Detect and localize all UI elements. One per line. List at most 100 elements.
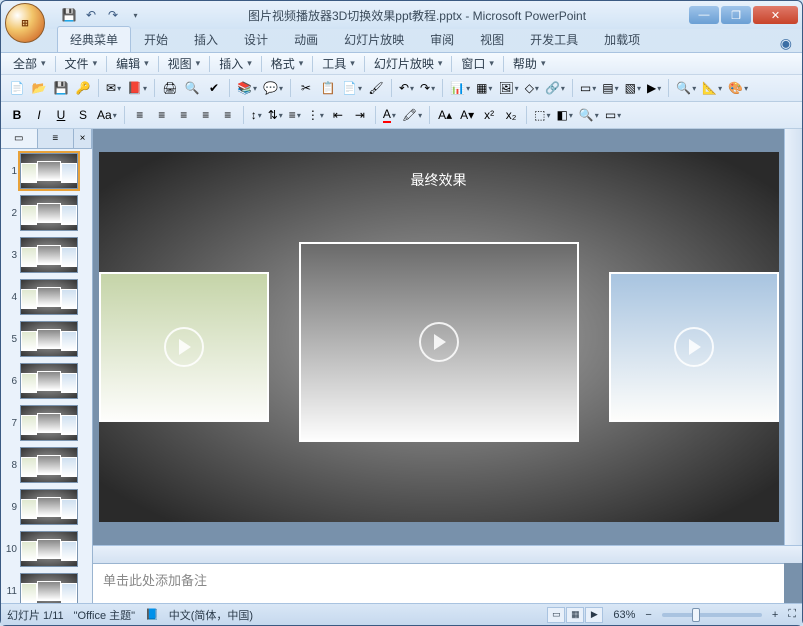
- thumb-preview[interactable]: [20, 237, 78, 273]
- thumbnail-item[interactable]: 6: [3, 363, 90, 399]
- menu-tools[interactable]: 工具: [316, 53, 361, 74]
- thumb-preview[interactable]: [20, 195, 78, 231]
- shadow-icon[interactable]: S: [73, 105, 93, 125]
- thumb-preview[interactable]: [20, 279, 78, 315]
- pdf-icon[interactable]: 📕: [125, 78, 149, 98]
- thumb-preview[interactable]: [20, 363, 78, 399]
- arrange-icon[interactable]: ⬚: [532, 105, 552, 125]
- distributed-icon[interactable]: ≡: [218, 105, 238, 125]
- zoom-level[interactable]: 63%: [613, 609, 635, 621]
- menu-slideshow[interactable]: 幻灯片放映: [368, 53, 449, 74]
- newslide-icon[interactable]: ▭: [578, 78, 598, 98]
- slides-tab[interactable]: ▭: [1, 129, 38, 148]
- tab-review[interactable]: 审阅: [417, 26, 467, 52]
- slideshow-icon[interactable]: ▶: [645, 78, 663, 98]
- fit-window-icon[interactable]: ⛶: [788, 608, 796, 621]
- zoom-thumb[interactable]: [692, 608, 700, 622]
- save-icon[interactable]: 💾: [51, 78, 71, 98]
- thumbnail-item[interactable]: 1: [3, 153, 90, 189]
- tab-animation[interactable]: 动画: [281, 26, 331, 52]
- vertical-scrollbar[interactable]: [784, 129, 802, 545]
- research-icon[interactable]: 📚: [235, 78, 259, 98]
- thumbnail-item[interactable]: 5: [3, 321, 90, 357]
- thumbnail-list[interactable]: 1234567891011: [1, 149, 92, 603]
- slideshow-view-icon[interactable]: ▶: [585, 607, 603, 623]
- tab-design[interactable]: 设计: [231, 26, 281, 52]
- thumb-preview[interactable]: [20, 573, 78, 603]
- notes-pane[interactable]: 单击此处添加备注: [93, 563, 784, 603]
- italic-icon[interactable]: I: [29, 105, 49, 125]
- menu-format[interactable]: 格式: [265, 53, 310, 74]
- copy-icon[interactable]: 📋: [318, 78, 338, 98]
- menu-window[interactable]: 窗口: [455, 53, 500, 74]
- align-left-icon[interactable]: ≡: [130, 105, 150, 125]
- section-icon[interactable]: ▧: [623, 78, 643, 98]
- outline-tab[interactable]: ≡: [38, 129, 75, 148]
- tab-home[interactable]: 开始: [131, 26, 181, 52]
- superscript-icon[interactable]: x²: [479, 105, 499, 125]
- thesaurus-icon[interactable]: 💬: [261, 78, 285, 98]
- tab-view[interactable]: 视图: [467, 26, 517, 52]
- save-icon[interactable]: 💾: [59, 5, 79, 25]
- underline-icon[interactable]: U: [51, 105, 71, 125]
- tab-insert[interactable]: 插入: [181, 26, 231, 52]
- highlight-icon[interactable]: 🖍: [400, 105, 424, 125]
- bullets-icon[interactable]: ⋮: [305, 105, 326, 125]
- spell-check-icon[interactable]: 📘: [145, 608, 159, 621]
- thumb-preview[interactable]: [20, 321, 78, 357]
- change-case-icon[interactable]: Aa: [95, 105, 119, 125]
- layout-icon[interactable]: ▤: [600, 78, 620, 98]
- close-button[interactable]: ✕: [753, 6, 798, 24]
- increase-font-icon[interactable]: A▴: [435, 105, 455, 125]
- undo-icon[interactable]: ↶: [81, 5, 101, 25]
- minimize-button[interactable]: —: [689, 6, 719, 24]
- font-color-icon[interactable]: A: [381, 105, 398, 125]
- thumbnail-item[interactable]: 2: [3, 195, 90, 231]
- subscript-icon[interactable]: x₂: [501, 105, 521, 125]
- menu-file[interactable]: 文件: [59, 53, 104, 74]
- tab-developer[interactable]: 开发工具: [517, 26, 591, 52]
- slide-pane[interactable]: 最终效果: [93, 129, 784, 545]
- color-icon[interactable]: 🎨: [726, 78, 750, 98]
- horizontal-scrollbar[interactable]: [93, 545, 802, 563]
- thumbnail-item[interactable]: 8: [3, 447, 90, 483]
- new-icon[interactable]: 📄: [7, 78, 27, 98]
- menu-view[interactable]: 视图: [162, 53, 207, 74]
- chart-icon[interactable]: 📊: [448, 78, 472, 98]
- zoom-out-icon[interactable]: −: [645, 609, 651, 621]
- thumb-preview[interactable]: [20, 405, 78, 441]
- menu-edit[interactable]: 编辑: [110, 53, 155, 74]
- thumbnail-item[interactable]: 11: [3, 573, 90, 603]
- select-icon[interactable]: ▭: [603, 105, 623, 125]
- ruler-icon[interactable]: 📐: [700, 78, 724, 98]
- justify-icon[interactable]: ≡: [196, 105, 216, 125]
- undo2-icon[interactable]: ↶: [397, 78, 416, 98]
- tab-classic-menu[interactable]: 经典菜单: [57, 26, 131, 52]
- hyperlink-icon[interactable]: 🔗: [543, 78, 567, 98]
- preview-icon[interactable]: 🔍: [182, 78, 202, 98]
- open-icon[interactable]: 📂: [29, 78, 49, 98]
- thumbnail-item[interactable]: 10: [3, 531, 90, 567]
- thumb-preview[interactable]: [20, 153, 78, 189]
- redo-icon[interactable]: ↷: [103, 5, 123, 25]
- slide-canvas[interactable]: 最终效果: [99, 152, 779, 522]
- increase-indent-icon[interactable]: ⇥: [350, 105, 370, 125]
- paste-icon[interactable]: 📄: [340, 78, 364, 98]
- normal-view-icon[interactable]: ▭: [547, 607, 565, 623]
- qat-more-icon[interactable]: [125, 5, 145, 25]
- tab-addins[interactable]: 加载项: [591, 26, 653, 52]
- bold-icon[interactable]: B: [7, 105, 27, 125]
- thumb-preview[interactable]: [20, 447, 78, 483]
- quick-styles-icon[interactable]: ◧: [554, 105, 574, 125]
- maximize-button[interactable]: ❐: [721, 6, 751, 24]
- cut-icon[interactable]: ✂: [296, 78, 316, 98]
- numbering-icon[interactable]: ≡: [287, 105, 303, 125]
- thumbnail-item[interactable]: 9: [3, 489, 90, 525]
- align-right-icon[interactable]: ≡: [174, 105, 194, 125]
- permission-icon[interactable]: 🔑: [73, 78, 93, 98]
- mail-icon[interactable]: ✉: [104, 78, 123, 98]
- zoom-in-icon[interactable]: +: [772, 609, 778, 621]
- language-status[interactable]: 中文(简体，中国): [169, 607, 253, 623]
- find-icon[interactable]: 🔍: [577, 105, 601, 125]
- thumbnail-item[interactable]: 3: [3, 237, 90, 273]
